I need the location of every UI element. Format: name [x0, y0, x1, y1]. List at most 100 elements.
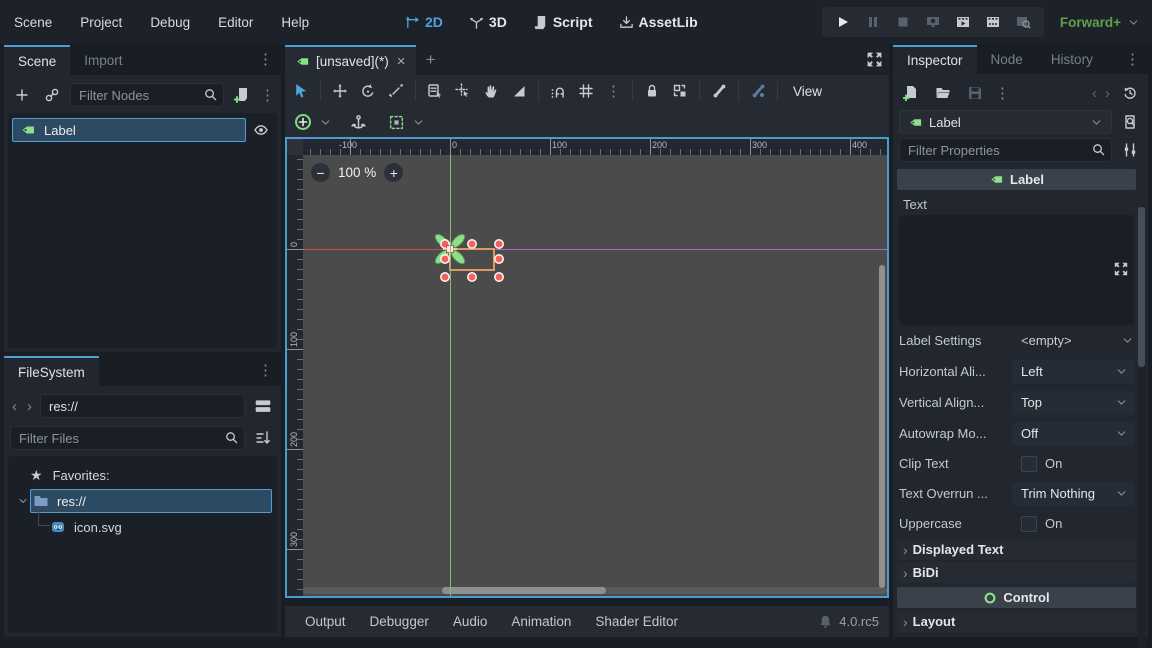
ruler-tool-button[interactable] [507, 79, 531, 103]
renderer-selector[interactable]: Forward+ [1060, 0, 1140, 44]
load-resource-button[interactable] [931, 81, 955, 105]
inspector-dock-menu-icon[interactable]: ⋮ [1125, 52, 1140, 67]
bottom-tab-debugger[interactable]: Debugger [360, 614, 439, 629]
bottom-tab-output[interactable]: Output [295, 614, 356, 629]
bottom-tab-shader-editor[interactable]: Shader Editor [585, 614, 688, 629]
expand-textarea-icon[interactable] [1113, 261, 1129, 280]
smart-snap-button[interactable] [546, 79, 570, 103]
bottom-tab-audio[interactable]: Audio [443, 614, 498, 629]
favorites-row[interactable]: ★ Favorites: [8, 462, 277, 488]
snap-options-menu-icon[interactable]: ⋮ [602, 84, 625, 99]
open-docs-button[interactable] [1118, 110, 1142, 134]
chevron-down-icon[interactable] [412, 116, 425, 129]
view-menu-button[interactable]: View [785, 84, 830, 99]
fs-sort-button[interactable] [251, 426, 275, 450]
inspector-scrollbar-thumb[interactable] [1138, 207, 1145, 367]
scale-tool-button[interactable] [384, 79, 408, 103]
fs-back-icon[interactable]: ‹ [10, 398, 19, 415]
horizontal-alignment-dropdown[interactable]: Left [1012, 360, 1134, 384]
skeleton-options-button[interactable] [746, 79, 770, 103]
inspector-scrollbar[interactable] [1138, 207, 1145, 648]
instance-scene-button[interactable] [40, 83, 64, 107]
bottom-tab-animation[interactable]: Animation [501, 614, 581, 629]
mode-script-button[interactable]: Script [533, 14, 593, 30]
notification-bell-icon[interactable] [818, 614, 833, 629]
save-resource-button[interactable] [963, 81, 987, 105]
history-back-icon[interactable]: ‹ [1092, 85, 1097, 102]
vertical-scrollbar-thumb[interactable] [879, 265, 885, 588]
grid-snap-button[interactable] [574, 79, 598, 103]
filter-nodes-input[interactable] [70, 83, 224, 107]
menu-scene[interactable]: Scene [0, 15, 66, 30]
zoom-in-button[interactable]: + [384, 163, 403, 182]
menu-help[interactable]: Help [267, 15, 323, 30]
scene-tree-row-label[interactable]: Label [8, 117, 277, 143]
tab-inspector[interactable]: Inspector [893, 45, 977, 74]
group-layout[interactable]: › Layout [897, 611, 1136, 632]
attach-script-button[interactable] [230, 83, 254, 107]
tree-expand-icon[interactable] [17, 495, 29, 507]
clip-text-checkbox[interactable] [1021, 456, 1037, 472]
select-tool-button[interactable] [289, 79, 313, 103]
scene-tab-unsaved[interactable]: [unsaved](*) × [285, 45, 416, 75]
autowrap-mode-dropdown[interactable]: Off [1012, 422, 1134, 446]
history-forward-icon[interactable]: › [1105, 85, 1110, 102]
text-property-textarea[interactable] [899, 215, 1134, 325]
canvas-workspace[interactable]: − 100 % + [303, 155, 887, 596]
new-scene-tab-button[interactable]: + [416, 45, 446, 75]
list-select-button[interactable] [423, 79, 447, 103]
new-resource-button[interactable] [899, 81, 923, 105]
fs-forward-icon[interactable]: › [25, 398, 34, 415]
move-tool-button[interactable] [328, 79, 352, 103]
menu-debug[interactable]: Debug [136, 15, 204, 30]
tab-scene[interactable]: Scene [4, 45, 70, 75]
remote-debug-button[interactable] [921, 10, 945, 34]
scene-tree-menu-icon[interactable]: ⋮ [260, 88, 275, 103]
zoom-level-label[interactable]: 100 % [338, 165, 376, 180]
label-settings-value[interactable]: <empty> [1012, 333, 1134, 348]
anchor-mode-button[interactable] [346, 110, 370, 134]
movie-maker-button[interactable] [1011, 10, 1035, 34]
mode-3d-button[interactable]: 3D [469, 14, 507, 30]
zoom-out-button[interactable]: − [311, 163, 330, 182]
mode-assetlib-button[interactable]: AssetLib [619, 14, 698, 30]
bone-tool-button[interactable] [707, 79, 731, 103]
horizontal-scrollbar-thumb[interactable] [442, 587, 606, 594]
property-tools-button[interactable] [1118, 138, 1142, 162]
scene-dock-menu-icon[interactable]: ⋮ [258, 52, 273, 67]
tab-node[interactable]: Node [977, 45, 1037, 74]
play-button[interactable] [831, 10, 855, 34]
container-sizing-button[interactable] [384, 110, 408, 134]
play-custom-scene-button[interactable] [981, 10, 1005, 34]
anchor-preset-button[interactable] [291, 110, 315, 134]
resource-options-menu-icon[interactable]: ⋮ [995, 86, 1010, 101]
tab-history[interactable]: History [1037, 45, 1107, 74]
vertical-alignment-dropdown[interactable]: Top [1012, 391, 1134, 415]
text-overrun-dropdown[interactable]: Trim Nothing [1012, 482, 1134, 506]
filesystem-dock-menu-icon[interactable]: ⋮ [258, 363, 273, 378]
pause-button[interactable] [861, 10, 885, 34]
menu-project[interactable]: Project [66, 15, 136, 30]
mode-2d-button[interactable]: 2D [405, 14, 443, 30]
pixel-snap-button[interactable] [451, 79, 475, 103]
chevron-down-icon[interactable] [319, 116, 332, 129]
add-node-button[interactable] [10, 83, 34, 107]
tab-import[interactable]: Import [70, 45, 136, 75]
group-displayed-text[interactable]: › Displayed Text [897, 539, 1136, 560]
menu-editor[interactable]: Editor [204, 15, 267, 30]
group-bidi[interactable]: › BiDi [897, 562, 1136, 583]
play-scene-button[interactable] [951, 10, 975, 34]
stop-button[interactable] [891, 10, 915, 34]
tab-filesystem[interactable]: FileSystem [4, 356, 99, 386]
fs-path-input[interactable] [40, 394, 245, 418]
visibility-eye-icon[interactable] [249, 118, 273, 142]
node-selector-dropdown[interactable]: Label [899, 110, 1112, 134]
distraction-free-icon[interactable] [866, 51, 883, 71]
rotate-tool-button[interactable] [356, 79, 380, 103]
fs-row-icon-svg[interactable]: icon.svg [8, 514, 277, 540]
object-history-button[interactable] [1118, 81, 1142, 105]
horizontal-scrollbar[interactable] [303, 587, 887, 594]
scene-tree[interactable]: Label [8, 113, 277, 348]
pan-tool-button[interactable] [479, 79, 503, 103]
filter-properties-input[interactable] [899, 138, 1112, 162]
